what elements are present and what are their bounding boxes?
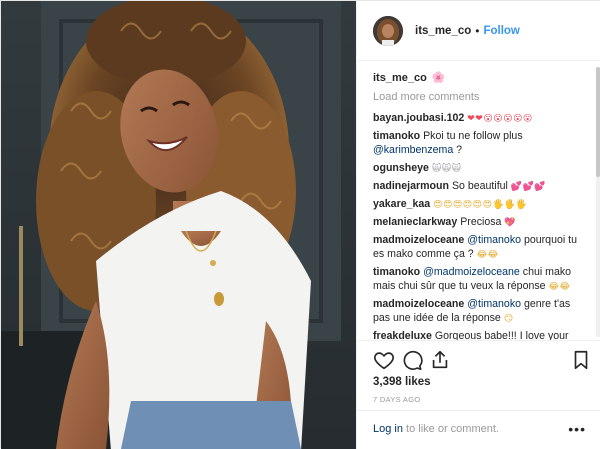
comment-item: madmoizeloceane @timanoko pourquoi tu es … — [373, 233, 588, 261]
comment-username[interactable]: madmoizeloceane — [373, 234, 464, 246]
comment-username[interactable]: bayan.joubasi.102 — [373, 112, 464, 124]
caption-username[interactable]: its_me_co — [373, 72, 427, 84]
portrait-image — [1, 1, 356, 449]
post-username[interactable]: its_me_co — [415, 25, 471, 37]
comment-username[interactable]: nadinejarmoun — [373, 180, 449, 192]
comment-mention[interactable]: @timanoko — [467, 298, 521, 310]
comment-username[interactable]: ogunsheye — [373, 162, 429, 174]
comment-item: bayan.joubasi.102 ❤❤😮😮😮😮😮 — [373, 111, 588, 125]
comment-item: nadinejarmoun So beautiful 💕💕💕 — [373, 179, 588, 193]
comment-emoji: ❤❤😮😮😮😮😮 — [467, 113, 533, 123]
caption-emoji: 🌸 — [431, 72, 446, 84]
follow-button[interactable]: Follow — [483, 25, 519, 37]
post-photo[interactable] — [1, 1, 356, 449]
share-icon[interactable] — [429, 349, 451, 371]
comments-scrollbar[interactable] — [596, 67, 600, 337]
comment-mention[interactable]: @karimbenzema — [373, 144, 453, 156]
more-options-icon[interactable]: ••• — [568, 421, 586, 437]
comment-item: timanoko @madmoizeloceane chui mako mais … — [373, 265, 588, 293]
comments-list[interactable]: its_me_co 🌸 Load more comments bayan.jou… — [357, 61, 600, 341]
comment-item: yakare_kaa 😍😍😍😍😍😍🖐🖐🖐 — [373, 197, 588, 211]
comment-text: Pkoi tu ne follow plus — [423, 130, 523, 142]
comment-item: melanieclarkway Preciosa 💖 — [373, 215, 588, 229]
comment-emoji: 😍😍😍😍😍😍🖐🖐🖐 — [433, 199, 528, 209]
post-footer: Log in to like or comment. ••• — [357, 410, 600, 449]
bookmark-icon[interactable] — [570, 349, 592, 371]
post-caption: its_me_co 🌸 — [373, 71, 594, 85]
comment-mention[interactable]: @timanoko — [467, 234, 521, 246]
instagram-post: its_me_co • Follow its_me_co 🌸 Load more… — [0, 0, 600, 449]
comment-username[interactable]: freakdeluxe — [373, 330, 432, 340]
post-date: 7 DAYS AGO — [373, 395, 421, 404]
comment-username[interactable]: timanoko — [373, 266, 420, 278]
comment-username[interactable]: timanoko — [373, 130, 420, 142]
comment-item: timanoko Pkoi tu ne follow plus @karimben… — [373, 129, 588, 157]
heart-icon[interactable] — [373, 349, 395, 371]
post-side-panel: its_me_co • Follow its_me_co 🌸 Load more… — [356, 1, 600, 449]
post-header: its_me_co • Follow — [357, 1, 600, 61]
comment-emoji: 😏 — [503, 313, 514, 323]
comment-emoji: 😂😂 — [548, 281, 571, 291]
avatar[interactable] — [373, 15, 403, 46]
comment-item: madmoizeloceane @timanoko genre t'as pas … — [373, 297, 588, 325]
comment-emoji: 💕💕💕 — [510, 181, 546, 191]
comment-text: So beautiful — [451, 180, 508, 192]
comment-mention[interactable]: @madmoizeloceane — [423, 266, 520, 278]
login-prompt-text: to like or comment. — [402, 423, 499, 435]
action-bar — [357, 340, 600, 380]
comment-emoji: 💖 — [504, 217, 517, 227]
comment-text: Preciosa — [460, 216, 502, 228]
login-link[interactable]: Log in — [373, 423, 403, 435]
comment-emoji: 🙀🙀🙀 — [431, 163, 462, 173]
comment-username[interactable]: madmoizeloceane — [373, 298, 464, 310]
comment-text-suffix: ? — [453, 144, 463, 156]
comment-emoji: 😂😂 — [476, 249, 499, 259]
comment-item: ogunsheye 🙀🙀🙀 — [373, 161, 588, 175]
like-count[interactable]: 3,398 likes — [373, 376, 431, 388]
comment-icon[interactable] — [401, 349, 423, 371]
separator-dot: • — [475, 23, 480, 38]
comment-username[interactable]: yakare_kaa — [373, 198, 430, 210]
load-more-comments-button[interactable]: Load more comments — [373, 91, 594, 103]
login-prompt: Log in to like or comment. — [373, 423, 499, 435]
comment-text: Gorgeous babe!!! I love your — [434, 330, 569, 340]
scrollbar-thumb[interactable] — [596, 67, 600, 177]
comment-item: freakdeluxe Gorgeous babe!!! I love your — [373, 329, 588, 340]
comment-username[interactable]: melanieclarkway — [373, 216, 457, 228]
